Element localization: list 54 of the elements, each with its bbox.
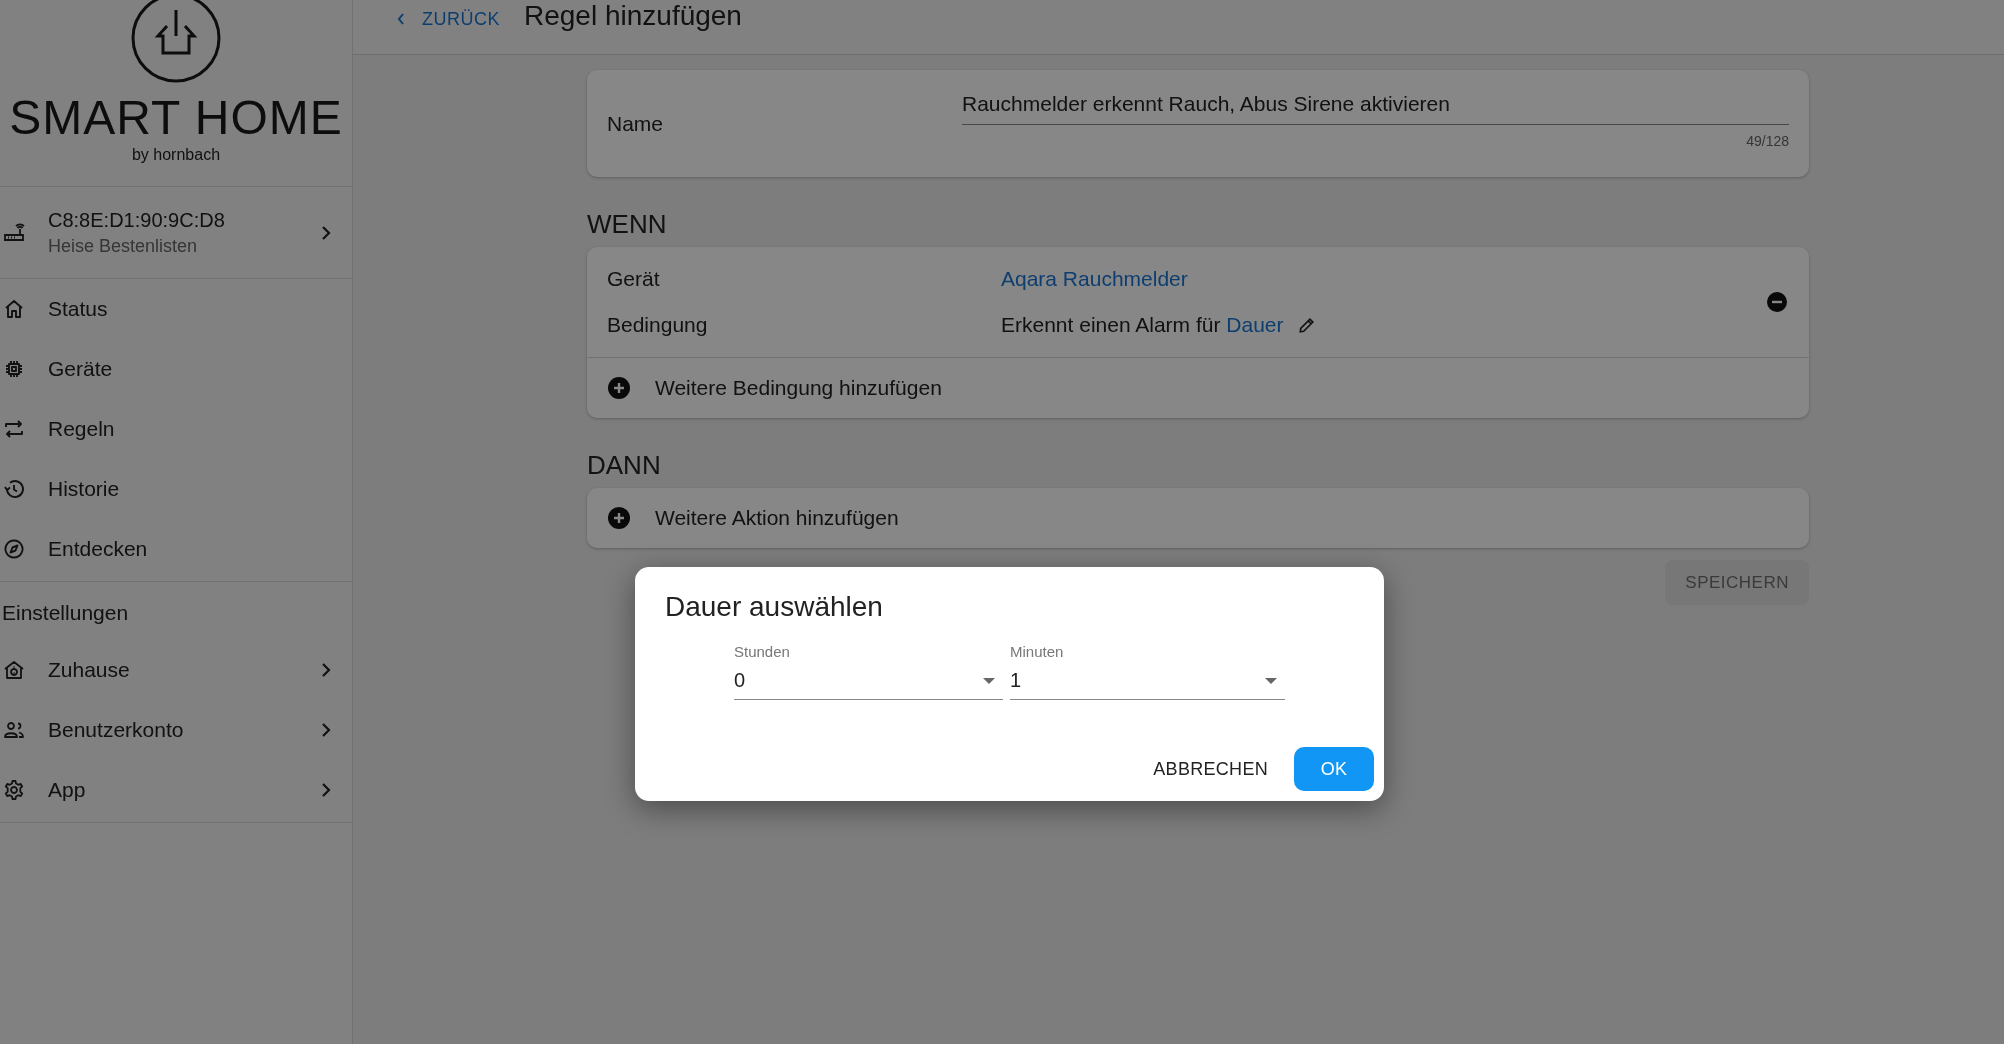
select-field[interactable]: Stunden 0	[734, 643, 1003, 700]
logo-icon	[130, 0, 222, 84]
device-link[interactable]: Aqara Rauchmelder	[1001, 267, 1188, 291]
device-name: Heise Bestenlisten	[48, 235, 199, 257]
remove-icon[interactable]	[1765, 290, 1789, 314]
plus-icon	[607, 506, 631, 530]
section-heading: DANN	[587, 450, 662, 480]
section-heading: WENN	[587, 209, 668, 239]
add-condition-row[interactable]: Weitere Bedingung hinzufügen	[587, 358, 1809, 418]
section-heading: Einstellungen	[1, 600, 130, 626]
nav-label: Benutzerkonto	[48, 718, 185, 742]
row-label: Bedingung	[607, 313, 709, 337]
nav-item[interactable]: Entdecken	[0, 519, 352, 579]
cancel-button[interactable]: ABBRECHEN	[1137, 747, 1284, 791]
nav-item[interactable]: Regeln	[0, 399, 352, 459]
page-title: Regel hinzufügen	[524, 0, 742, 32]
dialog-title: Dauer auswählen	[665, 591, 884, 623]
device-address: C8:8E:D1:90:9C:D8	[48, 208, 226, 232]
nav-label: Historie	[48, 477, 121, 501]
nav-item[interactable]: Historie	[0, 459, 352, 519]
logo-subtitle: by hornbach	[131, 146, 221, 164]
character-counter: 49/128	[1746, 133, 1789, 149]
add-label: Weitere Bedingung hinzufügen	[655, 376, 942, 400]
add-action-row[interactable]: Weitere Aktion hinzufügen	[587, 488, 1809, 548]
dropdown-caret-icon	[1265, 678, 1277, 684]
back-link[interactable]: ZURÜCK	[396, 8, 500, 30]
settings-icon	[2, 778, 26, 802]
nav-item[interactable]: Geräte	[0, 339, 352, 399]
logo-title: SMART HOME	[9, 92, 343, 144]
ok-button[interactable]: OK	[1294, 747, 1374, 791]
device-item[interactable]: C8:8E:D1:90:9C:D8 Heise Bestenlisten	[0, 187, 352, 279]
name-input-field[interactable]: Rauchmelder erkennt Rauch, Abus Sirene aktivieren	[962, 92, 1789, 125]
nav-label: Geräte	[48, 357, 114, 381]
row-label: Gerät	[607, 267, 661, 291]
nav-item[interactable]: Zuhause	[0, 640, 352, 700]
compass-icon	[2, 537, 26, 561]
history-icon	[2, 477, 26, 501]
house-gear-icon	[2, 658, 26, 682]
dropdown-caret-icon	[983, 678, 995, 684]
condition-text: Erkennt einen Alarm für Dauer	[1001, 313, 1284, 337]
chevron-left-icon	[396, 12, 406, 26]
nav-label: App	[48, 778, 87, 802]
nav-label: Entdecken	[48, 537, 149, 561]
nav-item[interactable]: Status	[0, 279, 352, 339]
add-label: Weitere Aktion hinzufügen	[655, 506, 899, 530]
plus-icon	[607, 376, 631, 400]
duration-link[interactable]: Dauer	[1226, 313, 1284, 336]
nav-label: Regeln	[48, 417, 116, 441]
nav-item[interactable]: Benutzerkonto	[0, 700, 352, 760]
nav-label: Status	[48, 297, 109, 321]
field-label: Name	[607, 111, 665, 136]
select-field[interactable]: Minuten 1	[1010, 643, 1285, 700]
nav-item[interactable]: App	[0, 760, 352, 820]
nav-label: Zuhause	[48, 658, 131, 682]
